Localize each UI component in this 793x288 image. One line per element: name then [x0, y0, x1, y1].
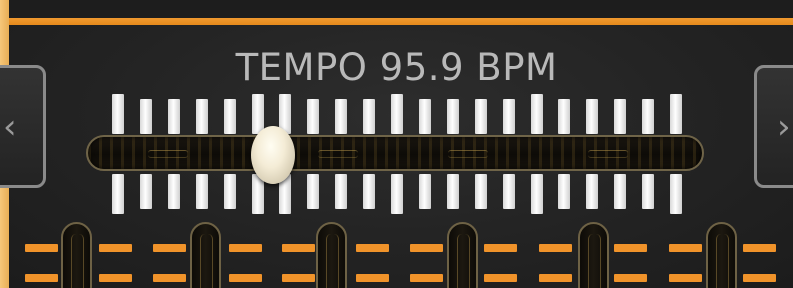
track-ornament [148, 150, 188, 158]
level-dash [484, 274, 517, 282]
level-dash [356, 274, 389, 282]
tempo-tick-mark [224, 174, 236, 209]
orange-divider [9, 18, 793, 25]
tempo-tick-mark [252, 94, 264, 134]
tempo-tick-mark [642, 99, 654, 134]
tempo-tick-mark [363, 174, 375, 209]
tempo-tick-mark [307, 174, 319, 209]
tempo-tick-mark [363, 99, 375, 134]
level-dash [99, 244, 132, 252]
tempo-tick-mark [335, 99, 347, 134]
tempo-label: TEMPO 95.9 BPM [235, 46, 558, 89]
tempo-tick-mark [168, 174, 180, 209]
tempo-tick-mark [558, 174, 570, 209]
tempo-tick-mark [670, 94, 682, 134]
level-dash [356, 244, 389, 252]
tempo-tick-mark [391, 174, 403, 214]
level-dash [153, 274, 186, 282]
tempo-tick-mark [419, 99, 431, 134]
tempo-tick-mark [391, 94, 403, 134]
channel-slider-track[interactable] [706, 222, 737, 288]
tempo-tick-mark [531, 174, 543, 214]
channel-slider-track[interactable] [578, 222, 609, 288]
tempo-slider-knob[interactable] [251, 126, 295, 184]
channel-slider-track[interactable] [447, 222, 478, 288]
level-dash [410, 274, 443, 282]
tempo-tick-mark [224, 99, 236, 134]
track-ornament [588, 150, 628, 158]
tempo-slider-track[interactable] [86, 135, 704, 171]
tempo-tick-mark [112, 94, 124, 134]
tempo-tick-mark [335, 174, 347, 209]
tempo-tick-mark [447, 99, 459, 134]
level-dash [743, 274, 776, 282]
tempo-tick-mark [614, 174, 626, 209]
top-strip [9, 0, 793, 18]
tempo-tick-mark [586, 99, 598, 134]
level-dash [743, 244, 776, 252]
chevron-left-icon: ‹ [3, 107, 17, 147]
level-dash [99, 274, 132, 282]
tempo-tick-mark [196, 99, 208, 134]
tempo-tick-mark [614, 99, 626, 134]
tempo-tick-mark [140, 174, 152, 209]
tempo-panel: ‹ › TEMPO 95.9 BPM [0, 0, 793, 288]
level-dash [229, 274, 262, 282]
channel-slider-track[interactable] [61, 222, 92, 288]
channel-slider-track[interactable] [316, 222, 347, 288]
level-dash [282, 274, 315, 282]
level-dash [614, 244, 647, 252]
tempo-tick-mark [475, 174, 487, 209]
tempo-tick-mark [307, 99, 319, 134]
tempo-tick-mark [586, 174, 598, 209]
chevron-right-icon: › [777, 107, 791, 147]
level-dash [153, 244, 186, 252]
tempo-tick-mark [558, 99, 570, 134]
tempo-tick-mark [196, 174, 208, 209]
tempo-tick-mark [503, 99, 515, 134]
level-dash [25, 274, 58, 282]
level-dash [539, 244, 572, 252]
level-dash [229, 244, 262, 252]
tempo-tick-mark [475, 99, 487, 134]
channel-slider-track[interactable] [190, 222, 221, 288]
level-dash [484, 244, 517, 252]
level-dash [282, 244, 315, 252]
track-ornament [448, 150, 488, 158]
level-dash [410, 244, 443, 252]
tempo-tick-mark [503, 174, 515, 209]
tempo-tick-mark [112, 174, 124, 214]
tempo-tick-mark [140, 99, 152, 134]
tempo-tick-mark [168, 99, 180, 134]
level-dash [25, 244, 58, 252]
level-dash [669, 244, 702, 252]
level-dash [614, 274, 647, 282]
track-ornament [318, 150, 358, 158]
tempo-tick-mark [642, 174, 654, 209]
tempo-tick-mark [447, 174, 459, 209]
level-dash [539, 274, 572, 282]
tempo-tick-mark [531, 94, 543, 134]
level-dash [669, 274, 702, 282]
tempo-tick-mark [419, 174, 431, 209]
tempo-tick-mark [670, 174, 682, 214]
